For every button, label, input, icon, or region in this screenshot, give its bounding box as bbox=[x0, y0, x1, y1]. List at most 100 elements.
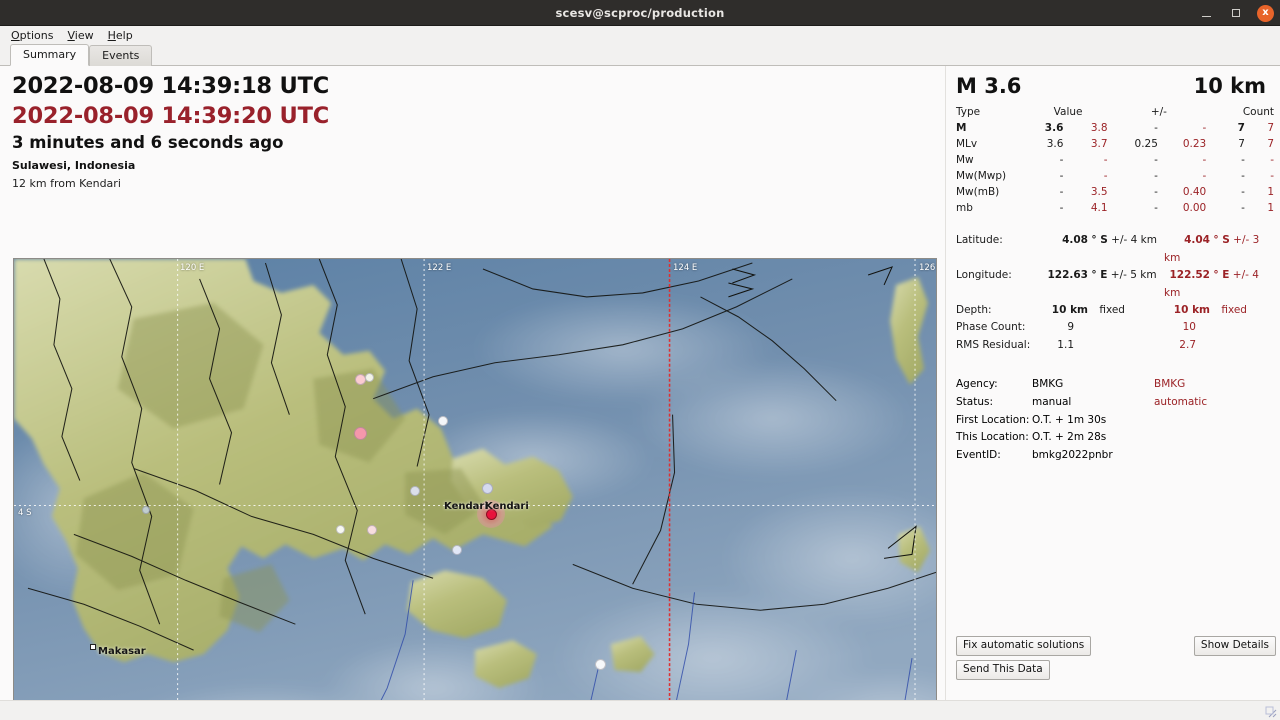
mag-err-auto: - bbox=[1202, 122, 1207, 134]
tab-events[interactable]: Events bbox=[89, 45, 153, 66]
latitude-row: Latitude: 4.08 ° S +/- 4 km 4.04 ° S +/-… bbox=[956, 232, 1276, 267]
depth-value: 10 km bbox=[1193, 74, 1266, 98]
longitude-auto-unit: ° E bbox=[1213, 269, 1230, 282]
show-details-button[interactable]: Show Details bbox=[1193, 636, 1276, 657]
station-marker bbox=[142, 506, 150, 514]
rms-residual-auto-value: 2.7 bbox=[1179, 338, 1196, 351]
origin-time-secondary: 2022-08-09 14:39:20 UTC bbox=[12, 102, 330, 129]
mag-value-manual: - bbox=[1059, 186, 1064, 199]
latitude-label: Latitude: bbox=[956, 234, 1003, 247]
city-marker-makasar bbox=[90, 644, 96, 650]
map-graphic bbox=[14, 259, 936, 720]
phase-count-row: Phase Count: 9 10 bbox=[956, 319, 1276, 336]
window-titlebar: scesv@scproc/production x bbox=[0, 0, 1280, 26]
mag-value-auto: 4.1 bbox=[1090, 202, 1108, 215]
longitude-auto-pm: +/- bbox=[1232, 269, 1249, 282]
window-controls: x bbox=[1197, 0, 1274, 26]
rms-residual-label: RMS Residual: bbox=[956, 338, 1031, 351]
latitude-auto-value: 4.04 bbox=[1184, 234, 1210, 247]
depth-manual: 10 km fixed bbox=[1038, 302, 1160, 319]
mag-value-auto: 3.7 bbox=[1090, 138, 1108, 151]
mag-value-manual: 3.6 bbox=[1044, 122, 1064, 134]
mag-value-auto: 3.5 bbox=[1090, 186, 1108, 199]
epicenter-map[interactable]: 120 E 122 E 124 E 126 E 4 S 6 S Kendari bbox=[13, 258, 937, 720]
menu-item-options[interactable]: Options bbox=[4, 28, 60, 43]
mag-count-manual: - bbox=[1241, 186, 1245, 199]
event-header: 2022-08-09 14:39:18 UTC 2022-08-09 14:39… bbox=[0, 66, 945, 196]
table-row: Mw(Mwp) - - - - - - bbox=[956, 168, 1274, 184]
latitude-manual-value: 4.08 bbox=[1062, 234, 1088, 247]
station-marker bbox=[367, 525, 377, 535]
mag-type: Mw bbox=[956, 154, 974, 167]
mag-count-auto: 7 bbox=[1267, 138, 1274, 151]
mag-value-manual: - bbox=[1059, 170, 1064, 183]
location-details: Latitude: 4.08 ° S +/- 4 km 4.04 ° S +/-… bbox=[956, 232, 1276, 354]
depth-manual-flag: fixed bbox=[1099, 304, 1125, 317]
rms-residual-auto: 2.7 bbox=[1160, 337, 1276, 354]
phase-count-manual: 9 bbox=[1038, 319, 1160, 336]
event-overview-pane: 2022-08-09 14:39:18 UTC 2022-08-09 14:39… bbox=[0, 66, 945, 720]
magnitude-table: Type Value +/- Count M 3.6 3.8 - - 7 7 M bbox=[956, 106, 1274, 216]
col-header-count: Count bbox=[1242, 106, 1274, 118]
fix-automatic-solutions-button[interactable]: Fix automatic solutions bbox=[956, 636, 1092, 657]
first-location-label: First Location: bbox=[956, 413, 1030, 426]
menu-item-help[interactable]: Help bbox=[101, 28, 140, 43]
latitude-manual: 4.08 ° S +/- 4 km bbox=[1038, 232, 1160, 267]
send-this-data-button[interactable]: Send This Data bbox=[956, 660, 1050, 681]
mag-count-auto: - bbox=[1270, 154, 1274, 167]
station-marker bbox=[365, 373, 374, 382]
elapsed-time: 3 minutes and 6 seconds ago bbox=[12, 133, 284, 153]
send-button-row: Send This Data bbox=[956, 657, 1050, 681]
event-id-label: EventID: bbox=[956, 448, 1001, 461]
depth-auto-value: 10 km bbox=[1173, 304, 1210, 317]
tabbar: Summary Events bbox=[0, 44, 1280, 66]
depth-row: Depth: 10 km fixed 10 km fixed bbox=[956, 302, 1276, 319]
mag-type: MLv bbox=[956, 138, 978, 151]
mag-err-manual: 0.25 bbox=[1134, 138, 1158, 151]
phase-count-auto: 10 bbox=[1160, 319, 1276, 336]
depth-manual-value: 10 km bbox=[1051, 304, 1088, 317]
mag-count-manual: 7 bbox=[1238, 138, 1245, 151]
city-label-kendari-a: Kendari bbox=[444, 501, 488, 512]
rms-residual-manual-value: 1.1 bbox=[1057, 338, 1074, 351]
detail-pane: M 3.6 10 km Type Value +/- Count M 3.6 3… bbox=[945, 66, 1280, 700]
maximize-button[interactable] bbox=[1227, 4, 1245, 22]
city-label-makasar: Makasar bbox=[98, 646, 146, 657]
mag-value-auto: - bbox=[1103, 170, 1108, 183]
table-row: Mw(mB) - 3.5 - 0.40 - 1 bbox=[956, 184, 1274, 200]
mag-count-manual: - bbox=[1241, 154, 1245, 167]
resize-grip-icon[interactable] bbox=[1264, 705, 1277, 718]
station-marker bbox=[336, 525, 345, 534]
magnitude-value: M 3.6 bbox=[956, 74, 1022, 98]
agency-auto-value: BMKG bbox=[1154, 378, 1186, 391]
mag-err-auto: 0.23 bbox=[1182, 138, 1207, 151]
mag-err-manual: - bbox=[1154, 186, 1158, 199]
window-title: scesv@scproc/production bbox=[555, 5, 725, 20]
this-location-value: O.T. + 2m 28s bbox=[1032, 431, 1107, 444]
event-region: Sulawesi, Indonesia bbox=[12, 159, 136, 173]
minimize-button[interactable] bbox=[1197, 4, 1215, 22]
mag-err-auto: - bbox=[1202, 170, 1207, 183]
mag-err-manual: - bbox=[1154, 170, 1158, 183]
action-button-row: Fix automatic solutions Show Details bbox=[956, 636, 1276, 657]
this-location-label: This Location: bbox=[956, 431, 1029, 444]
tab-summary[interactable]: Summary bbox=[10, 44, 90, 66]
longitude-manual-value: 122.63 bbox=[1047, 269, 1088, 282]
depth-label: Depth: bbox=[956, 304, 992, 317]
close-icon[interactable]: x bbox=[1257, 4, 1274, 22]
mag-type: M bbox=[956, 122, 967, 134]
mag-value-auto: - bbox=[1103, 154, 1108, 167]
event-id-value: bmkg2022pnbr bbox=[1032, 448, 1113, 461]
mag-err-manual: - bbox=[1154, 202, 1158, 215]
latitude-manual-error: 4 km bbox=[1130, 234, 1157, 247]
mag-count-auto: 1 bbox=[1267, 202, 1274, 215]
longitude-manual: 122.63 ° E +/- 5 km bbox=[1038, 267, 1160, 302]
agency-manual-value: BMKG bbox=[1032, 378, 1064, 391]
mag-value-manual: - bbox=[1059, 202, 1064, 215]
mag-count-manual: - bbox=[1241, 170, 1245, 183]
longitude-label: Longitude: bbox=[956, 269, 1012, 282]
origin-time-primary: 2022-08-09 14:39:18 UTC bbox=[12, 73, 330, 99]
rms-residual-row: RMS Residual: 1.1 2.7 bbox=[956, 337, 1276, 354]
depth-auto-flag: fixed bbox=[1221, 304, 1247, 317]
menu-item-view[interactable]: View bbox=[60, 28, 100, 43]
